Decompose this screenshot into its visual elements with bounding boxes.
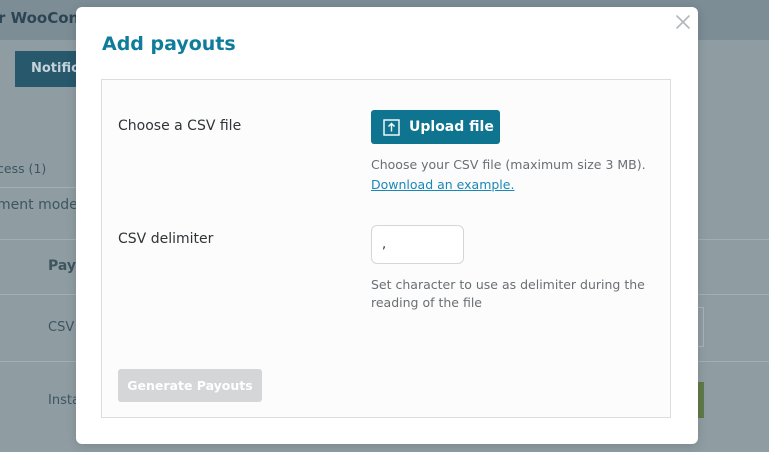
background-filter-payment-modes: ment modes xyxy=(0,197,86,213)
download-example-link[interactable]: Download an example. xyxy=(371,177,514,192)
delimiter-help-line: reading of the file xyxy=(371,295,482,310)
csv-file-label: Choose a CSV file xyxy=(118,118,242,134)
generate-payouts-button[interactable]: Generate Payouts xyxy=(118,369,262,402)
background-divider xyxy=(0,187,76,188)
close-icon[interactable] xyxy=(674,13,692,31)
csv-delimiter-input[interactable] xyxy=(371,225,464,264)
upload-file-label: Upload file xyxy=(409,119,494,135)
background-tab-notifications: Notifica xyxy=(15,51,85,87)
background-row-csv: CSV xyxy=(48,320,75,335)
add-payouts-modal: Add payouts Choose a CSV file Upload fil… xyxy=(76,7,698,444)
background-filter-process: cess (1) xyxy=(0,161,47,176)
upload-icon xyxy=(383,118,400,136)
payout-form: Choose a CSV file Upload file Choose you… xyxy=(101,79,671,418)
delimiter-help-line: Set character to use as delimiter during… xyxy=(371,277,645,292)
csv-delimiter-label: CSV delimiter xyxy=(118,231,214,247)
upload-file-button[interactable]: Upload file xyxy=(371,110,500,144)
csv-help-text: Choose your CSV file (maximum size 3 MB)… xyxy=(371,157,646,172)
delimiter-help-text: Set character to use as delimiter during… xyxy=(371,276,645,312)
modal-title: Add payouts xyxy=(102,33,236,55)
background-page-title: r WooCon xyxy=(0,9,80,27)
